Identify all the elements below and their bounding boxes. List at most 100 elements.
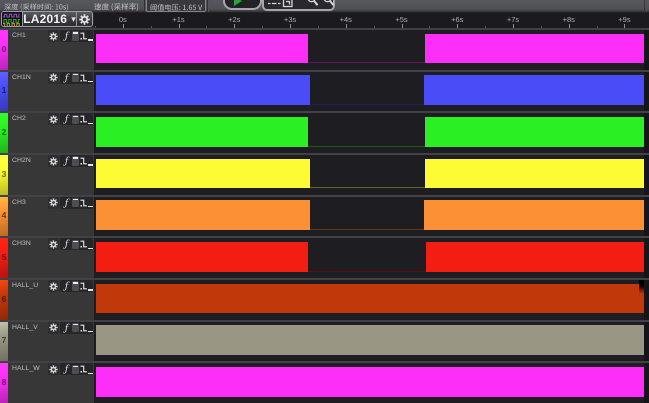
edge-count-icon[interactable]: [80, 114, 87, 124]
low-level-icon[interactable]: [88, 373, 93, 374]
edge-count-icon-part: [80, 288, 81, 289]
channel-settings-button[interactable]: [48, 363, 59, 375]
logo-wave-purple: [3, 14, 20, 17]
duty-cycle-icon[interactable]: [72, 115, 79, 125]
device-settings-button[interactable]: [76, 12, 92, 26]
channel-index-stripe[interactable]: 4: [0, 195, 8, 237]
frequency-icon[interactable]: [63, 197, 70, 209]
waveform-lane[interactable]: [94, 361, 649, 403]
edge-count-icon[interactable]: [80, 73, 87, 83]
zoom-toolbar-group[interactable]: [262, 0, 335, 11]
channel-label-panel[interactable]: CH1N: [8, 70, 94, 112]
channel-measure-group[interactable]: [60, 113, 93, 125]
channel-index-stripe[interactable]: 2: [0, 111, 8, 153]
channel-index-stripe[interactable]: 0: [0, 28, 8, 70]
channel-label-panel[interactable]: CH3: [8, 195, 94, 237]
channel-settings-button[interactable]: [48, 113, 59, 125]
frequency-icon[interactable]: [63, 238, 70, 250]
channel-row-ch3: 4CH3: [0, 195, 649, 237]
duty-cycle-icon[interactable]: [72, 156, 79, 166]
waveform-lane[interactable]: [94, 70, 649, 112]
frequency-icon[interactable]: [63, 72, 70, 84]
channel-label-panel[interactable]: HALL_W: [8, 361, 94, 403]
channel-label-panel[interactable]: HALL_U: [8, 278, 94, 320]
frequency-icon[interactable]: [63, 113, 70, 125]
frequency-icon[interactable]: [63, 280, 70, 292]
channel-index-stripe[interactable]: 6: [0, 278, 8, 320]
low-level-icon[interactable]: [88, 81, 93, 82]
edge-count-icon[interactable]: [80, 323, 87, 333]
waveform-lane[interactable]: [94, 195, 649, 237]
low-level-icon[interactable]: [88, 206, 93, 207]
ruler-tick-label: +2s: [228, 15, 240, 24]
channel-settings-button[interactable]: [48, 280, 59, 292]
low-level-icon[interactable]: [88, 164, 93, 165]
duty-cycle-icon[interactable]: [72, 31, 79, 41]
channel-index-stripe[interactable]: 7: [0, 320, 8, 362]
channel-label-panel[interactable]: CH3N: [8, 236, 94, 278]
channel-label-panel[interactable]: CH2N: [8, 153, 94, 195]
device-model-dropdown[interactable]: LA2016 ▾: [22, 12, 76, 26]
edge-count-icon[interactable]: [80, 239, 87, 249]
waveform-lane[interactable]: [94, 236, 649, 278]
channel-measure-group[interactable]: [60, 72, 93, 84]
channel-label-panel[interactable]: HALL_V: [8, 320, 94, 362]
edge-count-icon[interactable]: [80, 156, 87, 166]
duty-cycle-icon[interactable]: [72, 365, 79, 375]
channel-settings-button[interactable]: [48, 197, 59, 209]
start-capture-button[interactable]: [223, 0, 262, 10]
frequency-icon[interactable]: [63, 322, 70, 334]
channel-label-panel[interactable]: CH2: [8, 111, 94, 153]
frequency-icon[interactable]: [63, 30, 70, 42]
edge-count-icon[interactable]: [80, 31, 87, 41]
channel-index-stripe[interactable]: 1: [0, 70, 8, 112]
channel-measure-group[interactable]: [60, 30, 93, 42]
frequency-icon[interactable]: [63, 155, 70, 167]
channel-name: HALL_U: [12, 282, 38, 289]
low-level-icon[interactable]: [88, 331, 93, 332]
low-level-icon[interactable]: [88, 248, 93, 249]
threshold-voltage-button[interactable]: 阈值电压: 1.65 V: [146, 0, 206, 12]
row-divider: [0, 195, 649, 197]
duty-cycle-icon[interactable]: [72, 281, 79, 291]
channel-settings-button[interactable]: [48, 238, 59, 250]
waveform-lane[interactable]: [94, 320, 649, 362]
app-logo[interactable]: [2, 12, 22, 26]
channel-measure-group[interactable]: [60, 322, 93, 334]
low-level-icon[interactable]: [88, 123, 93, 124]
edge-count-icon[interactable]: [80, 198, 87, 208]
channel-index-stripe[interactable]: 8: [0, 361, 8, 403]
channel-measure-group[interactable]: [60, 197, 93, 209]
channel-index-stripe[interactable]: 3: [0, 153, 8, 195]
waveform-lane[interactable]: [94, 111, 649, 153]
waveform-lane[interactable]: [94, 153, 649, 195]
channel-index-stripe[interactable]: 5: [0, 236, 8, 278]
waveform-lane[interactable]: [94, 278, 649, 320]
channel-settings-button[interactable]: [48, 322, 59, 334]
low-level-icon[interactable]: [88, 39, 93, 40]
duty-cycle-icon[interactable]: [72, 240, 79, 250]
edge-count-icon[interactable]: [80, 281, 87, 291]
channel-measure-group[interactable]: [60, 363, 93, 375]
duty-cycle-icon[interactable]: [72, 198, 79, 208]
waveform-high-segment: [96, 242, 308, 271]
channel-settings-button[interactable]: [48, 30, 59, 42]
channel-measure-group[interactable]: [60, 238, 93, 250]
channel-settings-button[interactable]: [48, 72, 59, 84]
channel-measure-group[interactable]: [60, 280, 93, 292]
channel-row-hall_u: 6 HALL_U: [0, 278, 649, 320]
channel-name: HALL_V: [12, 324, 38, 331]
waveform-lane[interactable]: [94, 28, 649, 70]
low-level-icon[interactable]: [88, 289, 93, 290]
channel-index: 4: [2, 210, 7, 220]
edge-count-icon[interactable]: [80, 364, 87, 374]
edge-count-icon-part: [80, 121, 81, 122]
timeline-ruler[interactable]: 0s+1s+2s+3s+4s+5s+6s+7s+8s+9s: [94, 13, 649, 28]
duty-cycle-icon[interactable]: [72, 73, 79, 83]
frequency-icon[interactable]: [63, 363, 70, 375]
channel-settings-button[interactable]: [48, 155, 59, 167]
channel-label-panel[interactable]: CH1: [8, 28, 94, 70]
channel-name: HALL_W: [12, 365, 40, 372]
channel-measure-group[interactable]: [60, 155, 93, 167]
duty-cycle-icon[interactable]: [72, 323, 79, 333]
